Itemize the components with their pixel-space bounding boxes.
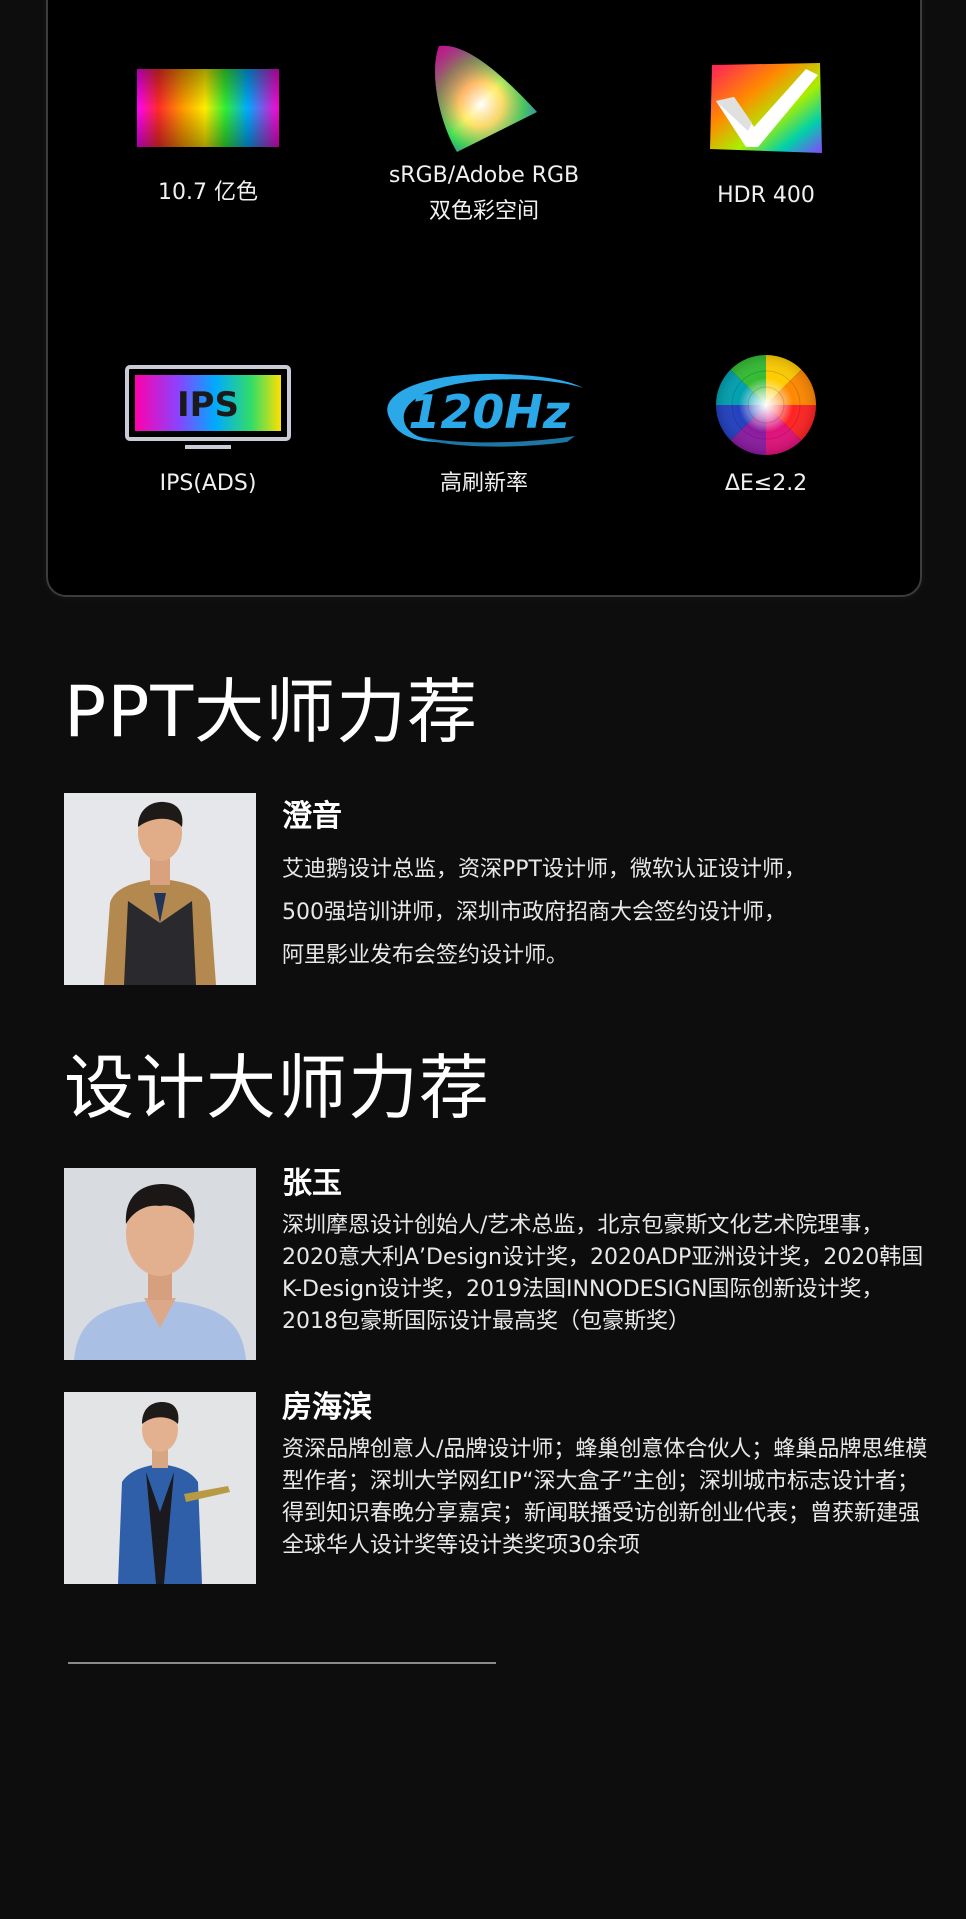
person-name: 房海滨 xyxy=(282,1390,372,1425)
person-photo xyxy=(64,1168,256,1360)
color-wheel-icon xyxy=(636,352,896,458)
feature-label: IPS(ADS) xyxy=(159,471,257,496)
person-photo xyxy=(64,793,256,985)
refresh-rate-icon: 120Hz xyxy=(354,362,614,452)
feature-label: 高刷新率 xyxy=(439,471,528,496)
feature-label: 10.7 亿色 xyxy=(158,180,258,205)
person-description: 深圳摩恩设计创始人/艺术总监，北京包豪斯文化艺术院理事，2020意大利A’Des… xyxy=(282,1213,924,1334)
hdr-icon xyxy=(636,60,896,156)
person-photo xyxy=(64,1392,256,1584)
features-card: 10.7 亿色 sRGB/Adobe RGB 双色彩空间 HDR 400 IPS… xyxy=(46,0,922,597)
person-name: 澄音 xyxy=(282,799,342,834)
feature-label: sRGB/Adobe RGB 双色彩空间 xyxy=(388,163,580,224)
ips-text: IPS xyxy=(177,385,239,425)
person-description: 资深品牌创意人/品牌设计师；蜂巢创意体合伙人；蜂巢品牌思维模型作者；深圳大学网红… xyxy=(282,1437,928,1558)
person-name: 张玉 xyxy=(282,1166,342,1201)
color-spectrum-icon xyxy=(78,68,338,148)
feature-label: HDR 400 xyxy=(717,183,815,208)
section-title-design: 设计大师力荐 xyxy=(64,1047,490,1129)
ips-panel-icon: IPS xyxy=(78,364,338,454)
section-title-ppt: PPT大师力荐 xyxy=(64,671,479,753)
color-gamut-icon xyxy=(354,40,614,155)
person-description: 艾迪鹅设计总监，资深PPT设计师，微软认证设计师， 500强培训讲师，深圳市政府… xyxy=(282,857,806,968)
divider xyxy=(68,1662,496,1664)
refresh-rate-text: 120Hz xyxy=(408,385,570,439)
feature-label: ΔE≤2.2 xyxy=(724,471,808,496)
